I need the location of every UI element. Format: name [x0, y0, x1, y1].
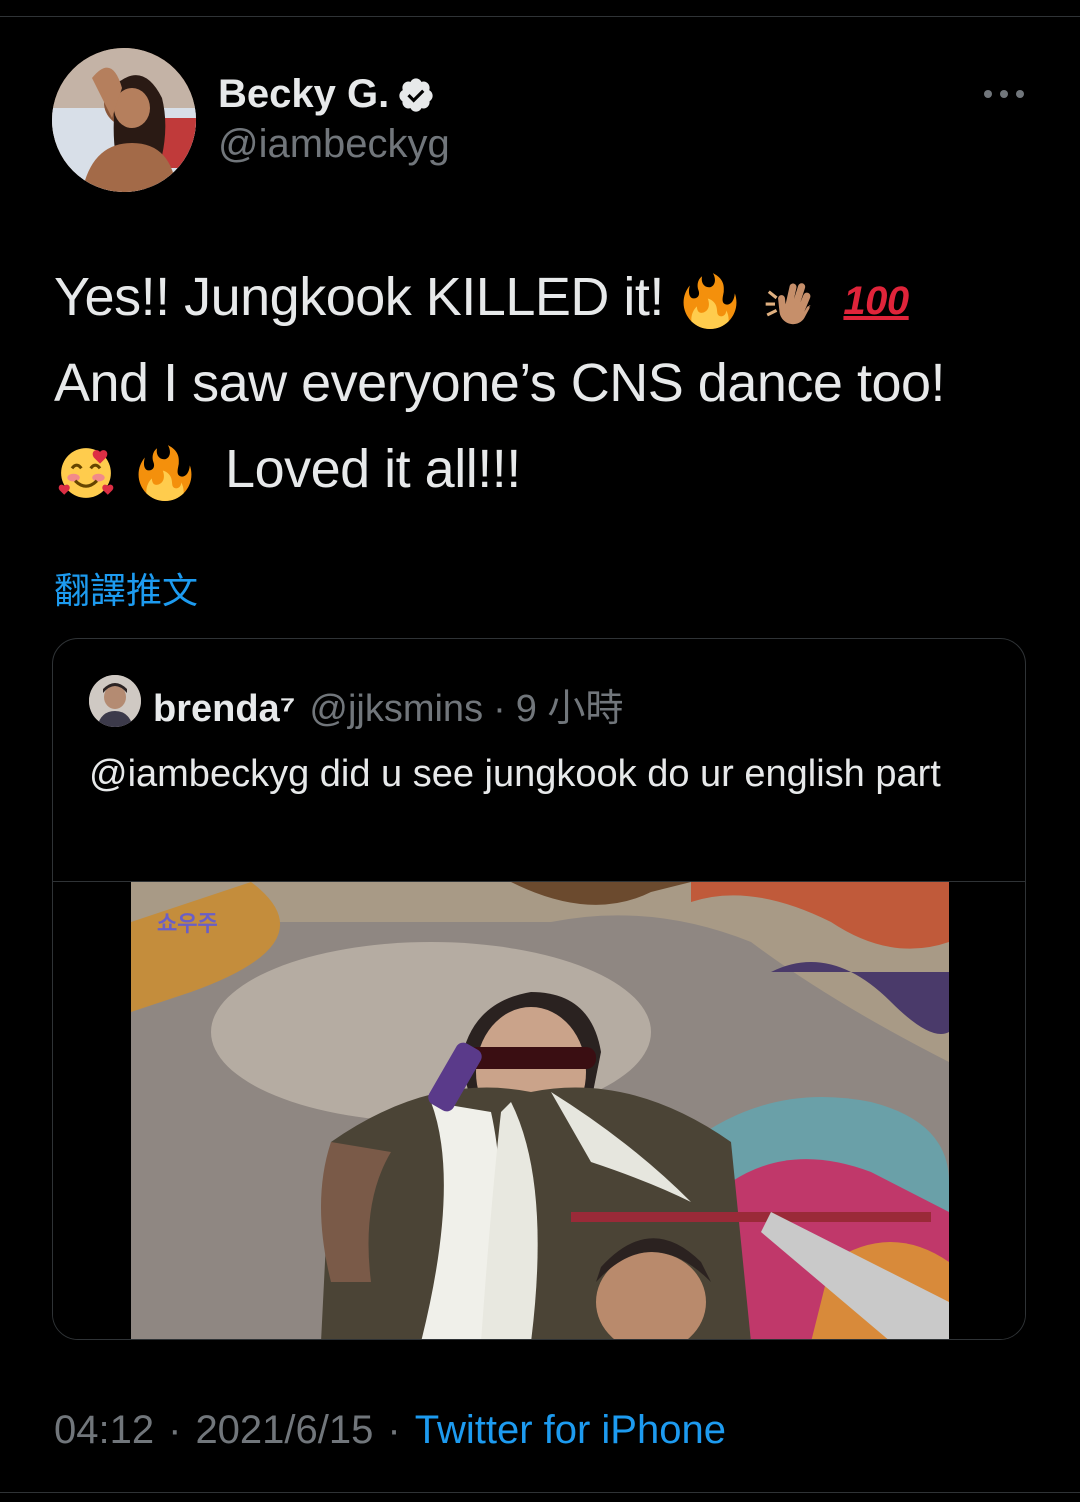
- author-handle[interactable]: @iambeckyg: [218, 122, 450, 167]
- quoted-author-avatar[interactable]: [89, 675, 141, 727]
- top-divider: [0, 16, 1080, 17]
- quoted-tweet-time: 9 小時: [515, 688, 624, 730]
- quoted-tweet-header: brenda⁷ @jjksmins · 9 小時: [153, 677, 623, 732]
- smiling-face-with-hearts-icon: [58, 447, 114, 498]
- quoted-author-name[interactable]: brenda⁷: [153, 688, 295, 731]
- author-avatar-image: [52, 48, 196, 192]
- video-thumbnail-image: [131, 882, 949, 1339]
- hundred-points-icon: 100: [843, 278, 909, 323]
- tweet-text-line-1-text: Yes!! Jungkook KILLED it!: [54, 267, 664, 327]
- broadcaster-logo: 쇼우주: [157, 912, 218, 937]
- author-avatar[interactable]: [52, 48, 196, 192]
- translate-tweet-link[interactable]: 翻譯推文: [54, 562, 198, 614]
- quoted-tweet-media[interactable]: 쇼우주: [53, 881, 1025, 1339]
- clapping-hands-icon: [765, 282, 812, 324]
- tweet-text-line-3: Loved it all!!!: [54, 426, 1044, 512]
- meta-separator: ·: [168, 1408, 182, 1452]
- tweet-time: 04:12: [54, 1408, 155, 1452]
- tweet-text-line-3-text: Loved it all!!!: [225, 439, 521, 499]
- fire-icon: [683, 272, 737, 329]
- quoted-author-handle[interactable]: @jjksmins: [309, 688, 483, 731]
- tweet-text-line-2: And I saw everyone’s CNS dance too!: [54, 340, 1044, 426]
- bottom-divider: [0, 1492, 1080, 1493]
- quoted-tweet-text: @iambeckyg did u see jungkook do ur engl…: [89, 753, 941, 795]
- author-display-name[interactable]: Becky G.: [218, 72, 389, 117]
- verified-badge-icon: [399, 77, 433, 112]
- quoted-tweet-card[interactable]: brenda⁷ @jjksmins · 9 小時 @iambeckyg did …: [52, 638, 1026, 1340]
- tweet-meta: 04:12 · 2021/6/15 · Twitter for iPhone: [54, 1408, 726, 1453]
- meta-separator: ·: [387, 1408, 401, 1452]
- tweet-text: Yes!! Jungkook KILLED it! 100 And I saw …: [54, 254, 1044, 512]
- tweet-source-link[interactable]: Twitter for iPhone: [415, 1408, 726, 1453]
- video-thumbnail[interactable]: 쇼우주: [131, 882, 949, 1339]
- more-options-icon[interactable]: [984, 84, 1024, 104]
- tweet-text-line-1: Yes!! Jungkook KILLED it! 100: [54, 254, 1044, 340]
- quoted-separator: ·: [493, 688, 506, 730]
- author-display-name-row[interactable]: Becky G.: [218, 72, 435, 117]
- tweet-date: 2021/6/15: [195, 1408, 374, 1452]
- fire-icon: [138, 444, 191, 501]
- tweet-text-line-2-text: And I saw everyone’s CNS dance too!: [54, 353, 946, 413]
